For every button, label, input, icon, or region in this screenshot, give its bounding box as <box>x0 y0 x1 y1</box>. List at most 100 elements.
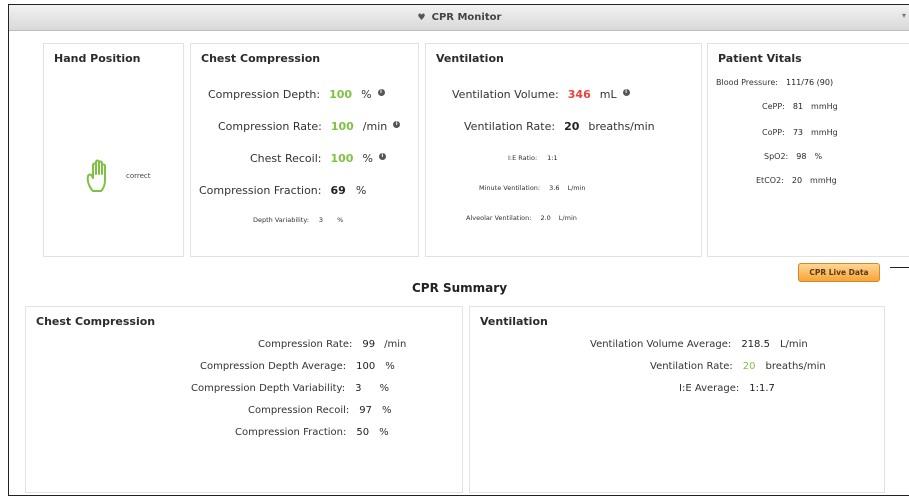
etco2-label: EtCO2: <box>756 176 784 185</box>
summary-depth-var-unit: % <box>379 383 389 394</box>
summary-ie-avg-label: I:E Average: <box>679 383 740 394</box>
ventilation-rate-unit: breaths/min <box>588 120 655 133</box>
ventilation-title: Ventilation <box>436 52 504 65</box>
blood-pressure-label: Blood Pressure: <box>716 78 778 87</box>
info-icon[interactable]: i <box>622 89 630 96</box>
ie-ratio-row: I:E Ratio: 1:1 <box>508 154 558 162</box>
summary-vent-rate-value: 20 <box>742 361 756 372</box>
compression-rate-label: Compression Rate: <box>218 120 322 133</box>
heart-icon: ♥ <box>417 12 426 23</box>
chest-compression-title: Chest Compression <box>201 52 321 65</box>
summary-volume-avg-unit: L/min <box>779 339 808 350</box>
ventilation-volume-row: Ventilation Volume: 346 mL i <box>452 88 630 101</box>
info-icon[interactable]: i <box>378 153 386 160</box>
alveolar-ventilation-value: 2.0 <box>540 214 551 222</box>
compression-fraction-label: Compression Fraction: <box>199 184 322 197</box>
copp-unit: mmHg <box>811 128 838 137</box>
ventilation-volume-unit: mL <box>599 88 617 101</box>
depth-variability-label: Depth Variability: <box>253 216 309 224</box>
copp-row: CoPP: 73 mmHg <box>762 128 838 137</box>
ventilation-rate-value: 20 <box>564 120 580 133</box>
cepp-label: CePP: <box>762 102 785 111</box>
summary-recoil-unit: % <box>382 405 392 416</box>
chest-recoil-row: Chest Recoil: 100 % i <box>250 152 386 165</box>
etco2-unit: mmHg <box>810 176 837 185</box>
copp-value: 73 <box>792 128 804 137</box>
alveolar-ventilation-label: Alveolar Ventilation: <box>466 214 532 222</box>
summary-depth-avg-unit: % <box>385 361 395 372</box>
hand-icon <box>86 159 106 192</box>
summary-volume-avg-label: Ventilation Volume Average: <box>590 339 732 350</box>
compression-depth-unit: % <box>361 88 372 101</box>
chest-compression-panel: Chest Compression Compression Depth: 100… <box>190 43 419 257</box>
ventilation-volume-value: 346 <box>567 88 591 101</box>
summary-compression-rate-unit: /min <box>384 339 407 350</box>
connector-line <box>890 267 909 268</box>
compression-depth-value: 100 <box>329 88 353 101</box>
summary-compression-rate-value: 99 <box>362 339 376 350</box>
summary-chest-title: Chest Compression <box>36 315 156 328</box>
ie-ratio-value: 1:1 <box>547 154 558 162</box>
window-title-text: CPR Monitor <box>431 12 502 23</box>
summary-depth-var-value: 3 <box>355 383 362 394</box>
summary-depth-avg-value: 100 <box>356 361 376 372</box>
ventilation-rate-label: Ventilation Rate: <box>464 120 556 133</box>
spo2-label: SpO2: <box>764 152 789 161</box>
etco2-row: EtCO2: 20 mmHg <box>756 176 837 185</box>
minute-ventilation-value: 3.6 <box>549 184 560 192</box>
summary-depth-var-label: Compression Depth Variability: <box>191 383 346 394</box>
ventilation-rate-row: Ventilation Rate: 20 breaths/min <box>464 120 655 133</box>
alveolar-ventilation-row: Alveolar Ventilation: 2.0 L/min <box>466 214 577 222</box>
title-bar: ♥ CPR Monitor ▾ <box>9 5 909 31</box>
spo2-row: SpO2: 98 % <box>764 152 822 161</box>
summary-fraction-row: Compression Fraction: 50 % <box>235 427 389 438</box>
summary-fraction-value: 50 <box>356 427 370 438</box>
minute-ventilation-row: Minute Ventilation: 3.6 L/min <box>479 184 586 192</box>
summary-chest-panel: Chest Compression Compression Rate: 99 /… <box>25 306 463 493</box>
depth-variability-unit: % <box>337 216 344 224</box>
compression-rate-unit: /min <box>362 120 388 133</box>
cepp-row: CePP: 81 mmHg <box>762 102 838 111</box>
info-icon[interactable]: i <box>377 89 385 96</box>
hand-position-panel: Hand Position correct <box>43 43 184 257</box>
compression-fraction-value: 69 <box>330 184 346 197</box>
blood-pressure-value: 111/76 (90) <box>785 78 834 87</box>
chevron-down-icon[interactable]: ▾ <box>902 11 906 20</box>
window-title: ♥ CPR Monitor <box>418 12 502 23</box>
summary-depth-var-row: Compression Depth Variability: 3 % <box>191 383 389 394</box>
summary-compression-rate-row: Compression Rate: 99 /min <box>258 339 406 350</box>
alveolar-ventilation-unit: L/min <box>558 214 577 222</box>
spo2-unit: % <box>814 152 823 161</box>
cpr-summary-title: CPR Summary <box>411 281 508 295</box>
summary-volume-avg-row: Ventilation Volume Average: 218.5 L/min <box>590 339 808 350</box>
info-icon[interactable]: i <box>393 121 401 128</box>
blood-pressure-row: Blood Pressure: 111/76 (90) <box>716 78 833 87</box>
chest-recoil-label: Chest Recoil: <box>250 152 322 165</box>
depth-variability-value: 3 <box>318 216 324 224</box>
cpr-monitor-window: ♥ CPR Monitor ▾ Hand Position correct Ch… <box>8 4 909 496</box>
summary-fraction-unit: % <box>379 427 389 438</box>
summary-compression-rate-label: Compression Rate: <box>258 339 353 350</box>
cepp-value: 81 <box>792 102 804 111</box>
chest-recoil-unit: % <box>362 152 373 165</box>
summary-depth-avg-label: Compression Depth Average: <box>200 361 347 372</box>
cpr-live-data-button[interactable]: CPR Live Data <box>798 263 880 282</box>
summary-vent-rate-unit: breaths/min <box>765 361 826 372</box>
summary-volume-avg-value: 218.5 <box>741 339 770 350</box>
summary-recoil-row: Compression Recoil: 97 % <box>248 405 392 416</box>
compression-depth-label: Compression Depth: <box>208 88 321 101</box>
etco2-value: 20 <box>791 176 803 185</box>
copp-label: CoPP: <box>762 128 785 137</box>
chest-recoil-value: 100 <box>330 152 354 165</box>
depth-variability-row: Depth Variability: 3 % <box>253 216 343 224</box>
compression-rate-row: Compression Rate: 100 /min i <box>218 120 401 133</box>
ventilation-volume-label: Ventilation Volume: <box>452 88 559 101</box>
summary-ie-avg-value: 1:1.7 <box>749 383 775 394</box>
compression-depth-row: Compression Depth: 100 % i <box>208 88 385 101</box>
compression-rate-value: 100 <box>330 120 354 133</box>
patient-vitals-title: Patient Vitals <box>718 52 802 65</box>
summary-recoil-label: Compression Recoil: <box>248 405 350 416</box>
summary-ie-avg-row: I:E Average: 1:1.7 <box>679 383 775 394</box>
summary-fraction-label: Compression Fraction: <box>235 427 347 438</box>
summary-ventilation-panel: Ventilation Ventilation Volume Average: … <box>469 306 885 493</box>
